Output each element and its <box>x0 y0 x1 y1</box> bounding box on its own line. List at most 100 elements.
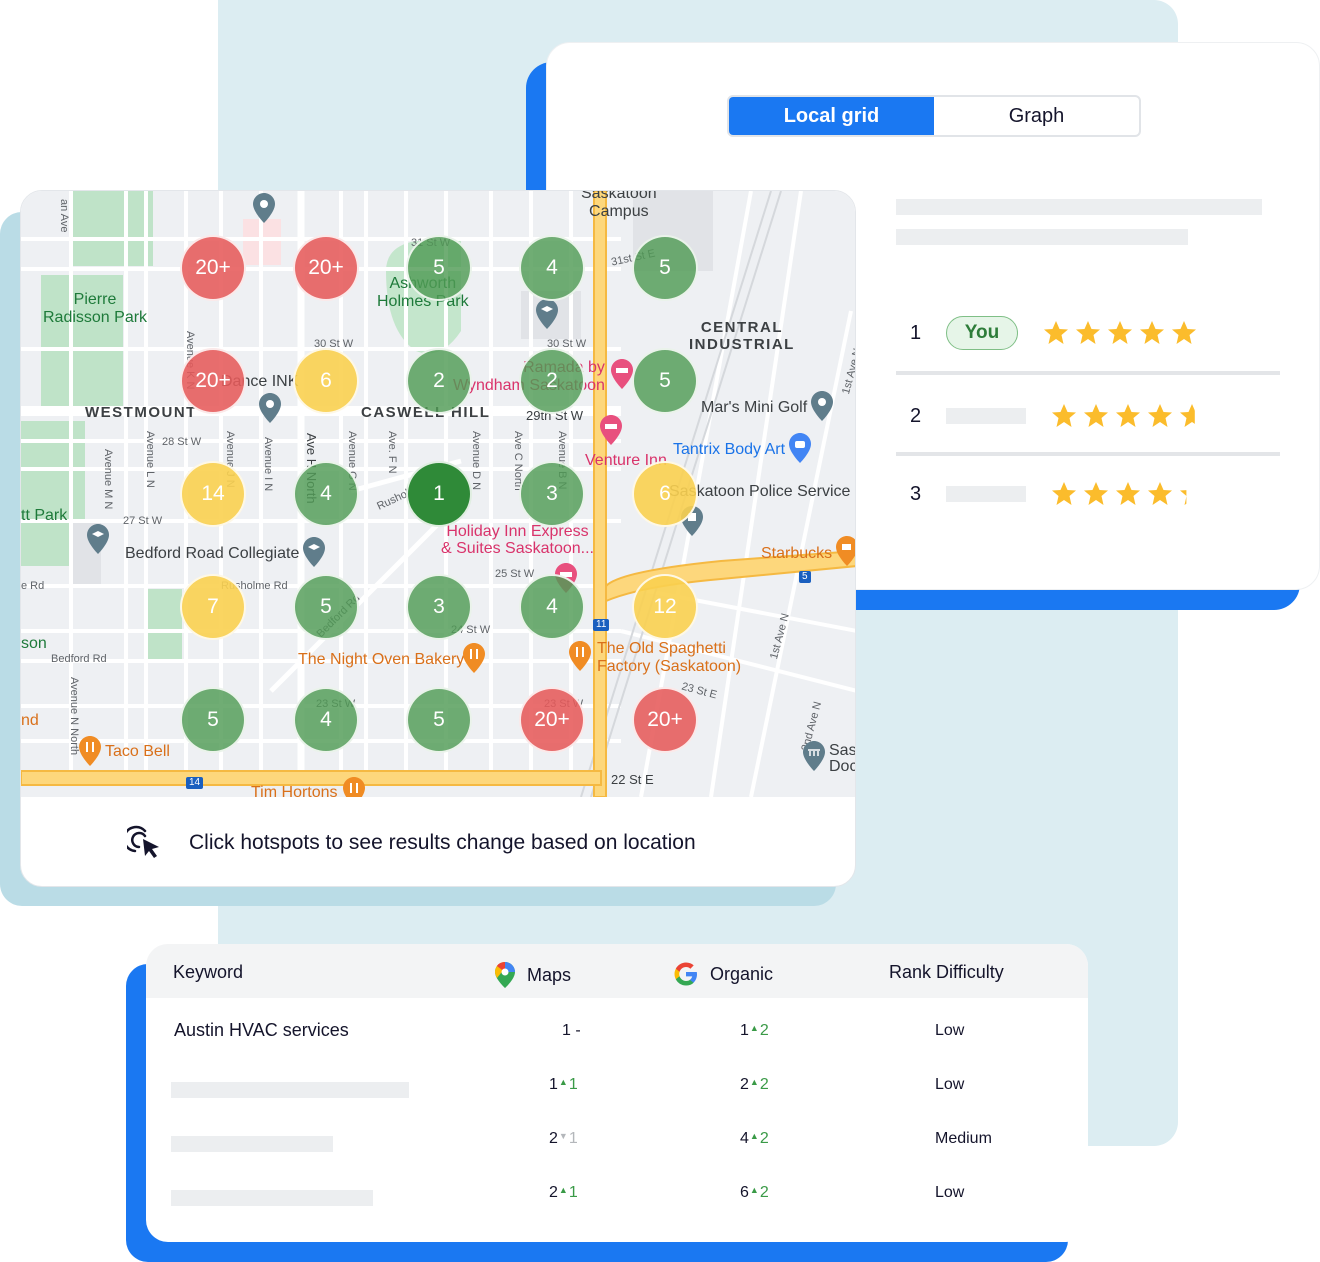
hotspot-green[interactable]: 3 <box>406 574 472 640</box>
difficulty-cell: Low <box>935 1184 965 1201</box>
museum-pin-icon[interactable] <box>803 741 825 771</box>
park-area <box>73 191 153 266</box>
star-partial-icon <box>1178 480 1206 508</box>
place-label: nd <box>21 712 39 729</box>
place-label: Mar's Mini Golf <box>701 399 808 416</box>
map[interactable]: an Ave Pierre Radisson Park Ashworth Hol… <box>21 191 856 797</box>
hotspot-red[interactable]: 20+ <box>180 235 246 301</box>
highway-shield: 11 <box>593 619 610 631</box>
street-label: Avenue D N <box>470 431 482 491</box>
hotspot-green[interactable]: 2 <box>519 348 585 414</box>
star-full-icon <box>1106 319 1134 347</box>
hotspot-green[interactable]: 4 <box>519 574 585 640</box>
hotspot-rank: 12 <box>653 595 677 618</box>
ranking-row[interactable]: 3 <box>896 474 1280 514</box>
hotspot-green[interactable]: 5 <box>406 235 472 301</box>
hotspot-green[interactable]: 5 <box>180 687 246 753</box>
hotspot-rank: 4 <box>320 708 332 731</box>
keyword-placeholder <box>171 1190 373 1206</box>
keyword-placeholder <box>171 1082 409 1098</box>
hotspot-green[interactable]: 5 <box>632 348 698 414</box>
rank-change-up: ▲1 <box>558 1184 578 1201</box>
cafe-pin-icon[interactable] <box>836 536 856 566</box>
hotspot-yellow[interactable]: 6 <box>632 461 698 527</box>
hotspot-yellow[interactable]: 7 <box>180 574 246 640</box>
hotspot-rank: 20+ <box>195 369 231 392</box>
park-label: tt Park <box>21 507 68 524</box>
keyword-placeholder <box>171 1136 333 1152</box>
hotspot-rank: 6 <box>320 369 332 392</box>
hotspot-yellow[interactable]: 14 <box>180 461 246 527</box>
hotspot-green[interactable]: 5 <box>293 574 359 640</box>
hotspot-rank: 5 <box>433 708 445 731</box>
star-full-icon <box>1170 319 1198 347</box>
hotspot-green[interactable]: 5 <box>406 687 472 753</box>
restaurant-pin-icon[interactable] <box>343 777 365 797</box>
highway-14 <box>21 770 602 786</box>
restaurant-pin-icon[interactable] <box>463 643 485 673</box>
school-pin-icon[interactable] <box>303 537 325 567</box>
arrow-up-icon: ▲ <box>558 1077 568 1087</box>
school-pin-icon[interactable] <box>87 524 109 554</box>
street-label: 27 St W <box>123 515 163 527</box>
google-maps-icon <box>495 962 515 988</box>
shopping-pin-icon[interactable] <box>789 433 811 463</box>
hotspot-green[interactable]: 5 <box>632 235 698 301</box>
hotspot-rank: 14 <box>201 482 225 505</box>
star-full-icon <box>1050 480 1078 508</box>
place-label: The Night Oven Bakery <box>298 651 465 668</box>
hotspot-rank: 7 <box>207 595 219 618</box>
tab-graph[interactable]: Graph <box>934 97 1139 135</box>
hotspot-red[interactable]: 20+ <box>632 687 698 753</box>
you-badge: You <box>946 316 1018 350</box>
hotspot-green[interactable]: 2 <box>406 348 472 414</box>
place-label: Tantrix Body Art <box>673 441 786 458</box>
hotspot-rank: 20+ <box>308 256 344 279</box>
place-label: The Old Spaghetti Factory (Saskatoon) <box>597 640 742 675</box>
rank-change-none: - <box>570 1022 581 1039</box>
place-pin-icon[interactable] <box>811 391 833 421</box>
map-footer: Click hotspots to see results change bas… <box>21 797 855 886</box>
map-card: an Ave Pierre Radisson Park Ashworth Hol… <box>20 190 856 887</box>
school-pin-icon[interactable] <box>536 299 558 329</box>
hotspot-red[interactable]: 20+ <box>293 235 359 301</box>
hotspot-red[interactable]: 20+ <box>519 687 585 753</box>
hotspot-green[interactable]: 4 <box>293 461 359 527</box>
organic-rank-cell: 6▲2 <box>740 1184 769 1201</box>
hotspot-green[interactable]: 4 <box>293 687 359 753</box>
restaurant-pin-icon[interactable] <box>79 736 101 766</box>
hotspot-yellow[interactable]: 6 <box>293 348 359 414</box>
hotspot-dgreen[interactable]: 1 <box>406 461 472 527</box>
name-placeholder <box>946 408 1026 424</box>
park-label: son <box>21 635 47 652</box>
maps-rank-cell: 2▼1 <box>549 1130 578 1147</box>
highway-shield: 14 <box>186 777 204 789</box>
difficulty-cell: Medium <box>935 1130 992 1147</box>
street-label: Avenue L N <box>144 431 156 488</box>
hotel-pin-icon[interactable] <box>600 415 622 445</box>
view-toggle: Local grid Graph <box>727 95 1141 137</box>
hotspot-rank: 20+ <box>534 708 570 731</box>
hotspot-rank: 2 <box>546 369 558 392</box>
text-placeholder <box>896 199 1262 215</box>
restaurant-pin-icon[interactable] <box>569 641 591 671</box>
place-pin-icon[interactable] <box>253 193 275 223</box>
street-label: Avenue M N <box>102 449 114 510</box>
hotspot-green[interactable]: 3 <box>519 461 585 527</box>
arrow-up-icon: ▲ <box>749 1131 759 1141</box>
maps-rank-cell: 1▲1 <box>549 1076 578 1093</box>
place-pin-icon[interactable] <box>259 393 281 423</box>
tab-local-grid[interactable]: Local grid <box>729 97 934 135</box>
hotel-pin-icon[interactable] <box>611 359 633 389</box>
hotspot-rank: 5 <box>207 708 219 731</box>
hotspot-red[interactable]: 20+ <box>180 348 246 414</box>
rank-change-up: ▲2 <box>749 1022 769 1039</box>
ranking-row[interactable]: 2 <box>896 396 1280 436</box>
rank-change-up: ▲2 <box>749 1184 769 1201</box>
hotspot-yellow[interactable]: 12 <box>632 574 698 640</box>
maps-rank-cell: 2▲1 <box>549 1184 578 1201</box>
hotspot-rank: 4 <box>546 256 558 279</box>
ranking-row[interactable]: 1 You <box>896 313 1280 353</box>
hotspot-green[interactable]: 4 <box>519 235 585 301</box>
street-label: Ave. F N <box>386 431 398 474</box>
